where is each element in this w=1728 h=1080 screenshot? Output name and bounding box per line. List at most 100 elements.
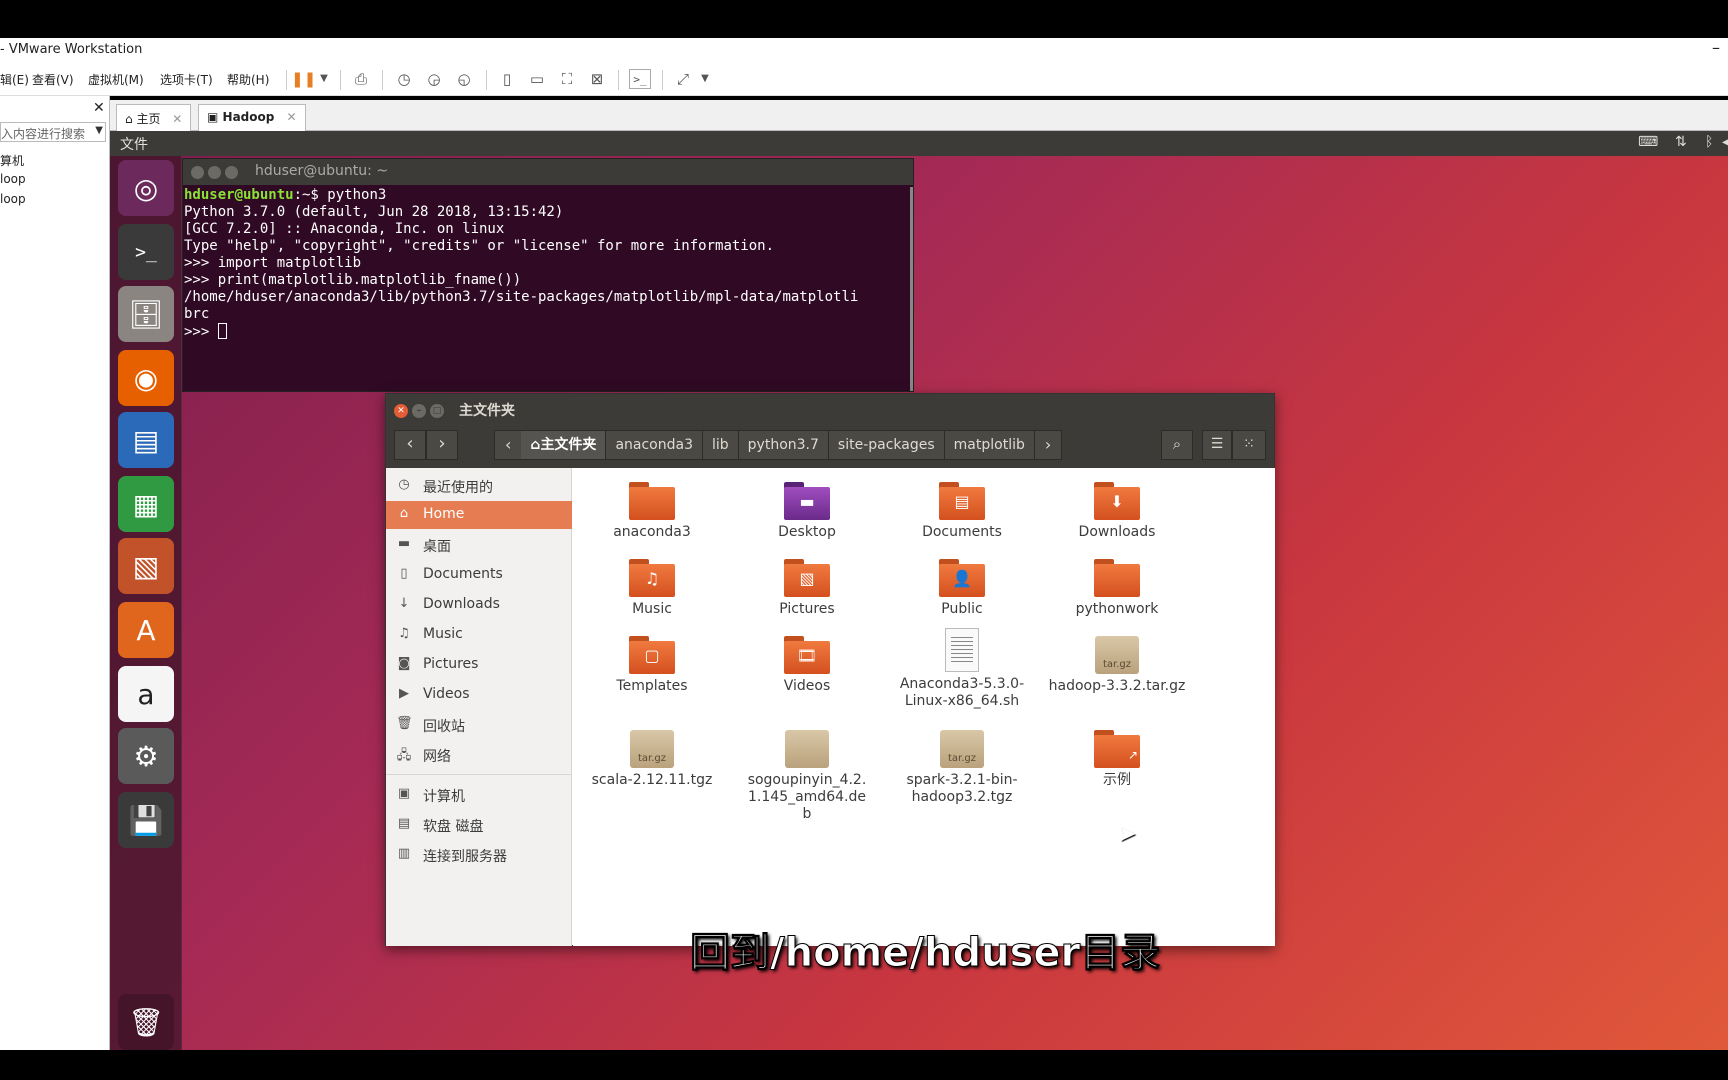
amazon-icon[interactable]: a [118,666,174,722]
sidebar-item-music[interactable]: ♫ Music [386,621,572,649]
terminal-titlebar[interactable]: hduser@ubuntu: ~ [183,159,913,185]
sidebar-item-desktop[interactable]: ▬ 桌面 [386,531,572,559]
send-keys-icon[interactable]: ⎙ [350,69,372,89]
back-button[interactable]: ‹ [394,430,426,460]
libreoffice-calc-icon[interactable]: ▦ [118,476,174,532]
menu-edit[interactable]: 辑(E) [0,71,29,88]
menu-file[interactable]: 文件 [120,134,148,154]
list-view-button[interactable]: ☰ [1202,430,1232,460]
breadcrumb-left-arrow[interactable]: ‹ [495,431,521,459]
firefox-icon[interactable]: ◉ [118,350,174,406]
menu-view[interactable]: 查看(V) [32,71,74,88]
minimize-button[interactable] [208,166,221,179]
sidebar-item-floppy[interactable]: ▤ 软盘 磁盘 [386,811,572,839]
sidebar-toggle-icon[interactable]: ▯ [496,69,518,89]
tree-item-computer[interactable]: 算机 [0,152,24,169]
libreoffice-impress-icon[interactable]: ▧ [118,538,174,594]
sidebar-item-trash[interactable]: 🗑 回收站 [386,711,572,739]
breadcrumb-anaconda3[interactable]: anaconda3 [606,431,703,459]
file-item-examples[interactable]: ↗ 示例 [1042,730,1192,789]
fullscreen-icon[interactable]: ⛶ [556,69,578,89]
floppy-icon[interactable]: 💾 [118,792,174,848]
chevron-down-icon[interactable]: ▼ [313,69,335,89]
volume-icon[interactable]: ◂ [1722,134,1728,150]
close-button[interactable]: ✕ [394,404,408,418]
file-item-anaconda3[interactable]: anaconda3 [577,482,727,541]
file-item-pictures[interactable]: ▧ Pictures [732,559,882,618]
sidebar-item-recent[interactable]: ◷ 最近使用的 [386,472,572,500]
search-button[interactable]: ⌕ [1161,430,1193,460]
maximize-button[interactable] [225,166,238,179]
close-icon[interactable]: ✕ [287,110,297,124]
network-icon[interactable]: ⇅ [1675,134,1687,150]
file-item-public[interactable]: 👤 Public [887,559,1037,618]
settings-icon[interactable]: ⚙ [118,728,174,784]
terminal-window[interactable]: hduser@ubuntu: ~ hduser@ubuntu:~$ python… [182,158,914,392]
sidebar-item-connect-server[interactable]: ▥ 连接到服务器 [386,841,572,869]
file-manager-icon[interactable]: 🗄 [118,286,174,342]
chevron-down-icon[interactable]: ▼ [95,125,103,136]
sidebar-item-downloads[interactable]: ↓ Downloads [386,591,572,619]
close-icon[interactable]: ✕ [93,100,105,116]
forward-button[interactable]: › [426,430,458,460]
sidebar-item-network[interactable]: 🖧 网络 [386,741,572,769]
file-item-downloads[interactable]: ⬇ Downloads [1042,482,1192,541]
tree-item-hadoop-2[interactable]: loop [0,192,26,206]
terminal-output[interactable]: hduser@ubuntu:~$ python3 Python 3.7.0 (de… [183,187,913,341]
ubuntu-dash-icon[interactable]: ◎ [118,160,174,216]
sidebar-item-home[interactable]: ⌂ Home [386,501,572,529]
file-item-anaconda-installer[interactable]: Anaconda3-5.3.0-Linux-x86_64.sh [887,628,1037,710]
breadcrumb-home[interactable]: ⌂主文件夹 [521,431,607,459]
console-icon[interactable]: >_ [629,69,651,89]
pause-icon[interactable]: ❚❚ [291,69,316,89]
minimize-button[interactable]: – [1712,38,1720,57]
chevron-down-icon[interactable]: ▼ [694,69,716,89]
snapshot-manager-icon[interactable]: ◵ [453,69,475,89]
tree-item-hadoop[interactable]: loop [0,172,26,186]
file-item-videos[interactable]: 🎞 Videos [732,636,882,695]
trash-icon[interactable]: 🗑 [118,994,174,1050]
maximize-button[interactable]: □ [430,404,444,418]
minimize-button[interactable]: – [412,404,426,418]
libreoffice-writer-icon[interactable]: ▤ [118,412,174,468]
tab-home[interactable]: ⌂ 主页 ✕ [116,104,192,131]
file-item-templates[interactable]: ▢ Templates [577,636,727,695]
file-item-scala-archive[interactable]: tar.gz scala-2.12.11.tgz [577,730,727,789]
sidebar-item-videos[interactable]: ▶ Videos [386,681,572,709]
file-manager-window[interactable]: ✕ – □ 主文件夹 ‹ › ‹ ⌂主文件夹 anaconda3 lib pytho… [385,393,1275,946]
grid-view-button[interactable]: ⁙ [1232,430,1266,460]
breadcrumb-python37[interactable]: python3.7 [739,431,829,459]
terminal-icon[interactable]: >_ [118,224,174,280]
sidebar-item-pictures[interactable]: ◙ Pictures [386,651,572,679]
tab-hadoop[interactable]: ▣ Hadoop ✕ [198,104,306,131]
snapshot-restore-icon[interactable]: ◶ [423,69,445,89]
library-search-input[interactable]: 入内容进行搜索 ▼ [0,122,106,142]
menu-vm[interactable]: 虚拟机(M) [88,71,144,88]
file-item-desktop[interactable]: ▬ Desktop [732,482,882,541]
keyboard-icon[interactable]: ⌨ [1638,134,1658,150]
file-item-spark-archive[interactable]: tar.gz spark-3.2.1-bin-hadoop3.2.tgz [887,730,1037,806]
file-item-documents[interactable]: ▤ Documents [887,482,1037,541]
software-center-icon[interactable]: A [118,602,174,658]
menu-help[interactable]: 帮助(H) [227,71,269,88]
file-item-music[interactable]: ♫ Music [577,559,727,618]
file-item-sogoupinyin-deb[interactable]: sogoupinyin_4.2.1.145_amd64.deb [732,730,882,823]
bluetooth-icon[interactable]: ᛒ [1705,134,1713,150]
breadcrumb-lib[interactable]: lib [703,431,739,459]
sidebar-item-documents[interactable]: ▯ Documents [386,561,572,589]
terminal-scrollbar[interactable] [910,187,913,391]
close-button[interactable] [191,166,204,179]
menu-tabs[interactable]: 选项卡(T) [160,71,213,88]
breadcrumb-site-packages[interactable]: site-packages [829,431,945,459]
file-manager-titlebar[interactable]: ✕ – □ 主文件夹 [386,394,1274,422]
breadcrumb-matplotlib[interactable]: matplotlib [945,431,1035,459]
breadcrumb-right-arrow[interactable]: › [1035,431,1061,459]
snapshot-icon[interactable]: ◷ [393,69,415,89]
stretch-icon[interactable]: ⤢ [672,69,694,89]
sidebar-item-computer[interactable]: ▣ 计算机 [386,781,572,809]
file-item-hadoop-archive[interactable]: tar.gz hadoop-3.3.2.tar.gz [1042,636,1192,695]
unity-icon[interactable]: ⊠ [586,69,608,89]
close-icon[interactable]: ✕ [172,112,182,126]
thumbnail-icon[interactable]: ▭ [526,69,548,89]
file-item-pythonwork[interactable]: pythonwork [1042,559,1192,618]
